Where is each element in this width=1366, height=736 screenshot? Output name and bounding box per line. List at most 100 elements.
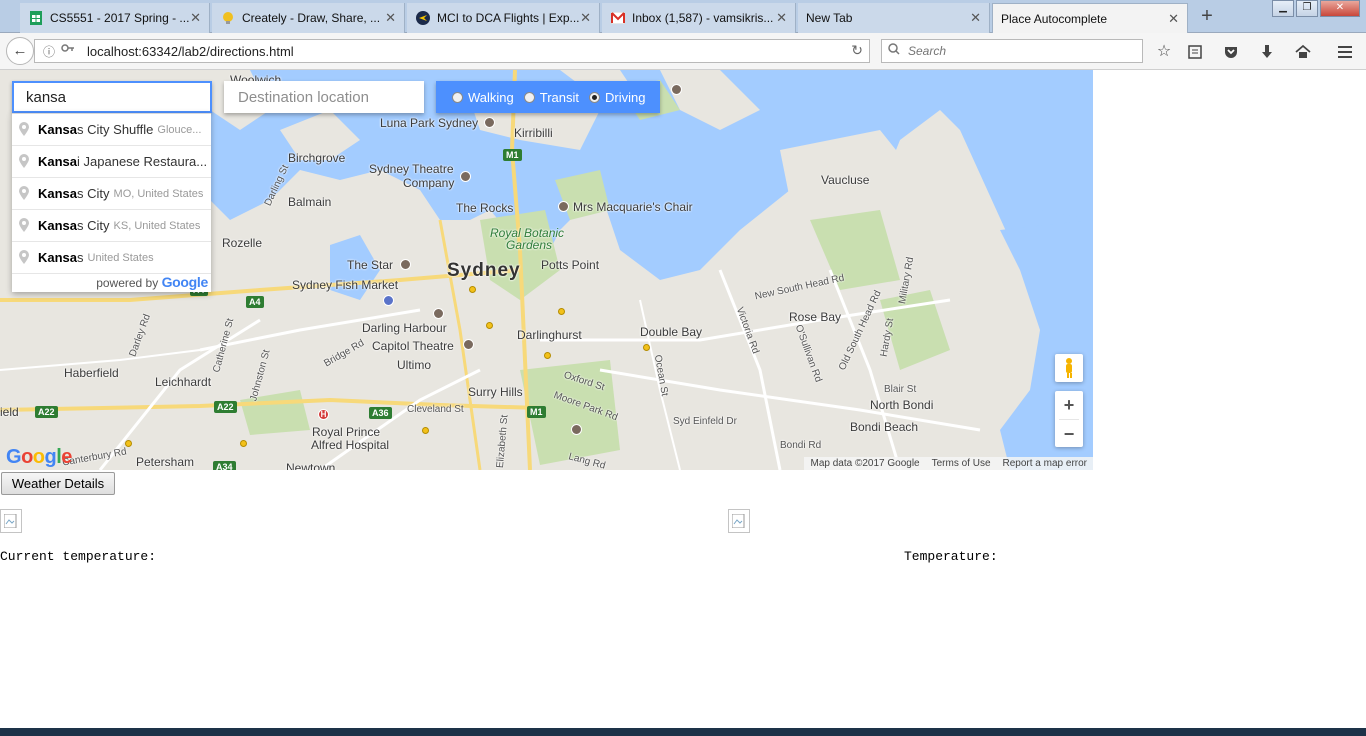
- poi-marker[interactable]: [571, 424, 582, 435]
- map-label: Sydney Fish Market: [292, 278, 399, 292]
- suggestion-rest: i Japanese Restaura...: [77, 154, 208, 169]
- map[interactable]: Woolwich Luna Park Sydney Kirribilli Bir…: [0, 70, 1093, 470]
- info-icon[interactable]: ⓘ: [43, 43, 55, 60]
- map-label: The Star: [347, 258, 394, 272]
- reading-list-icon[interactable]: [1184, 41, 1206, 63]
- poi-marker[interactable]: [383, 295, 394, 306]
- transit-radio[interactable]: [523, 91, 535, 103]
- map-label: The Rocks: [456, 201, 514, 215]
- key-icon[interactable]: [61, 42, 75, 57]
- download-icon[interactable]: [1256, 41, 1278, 63]
- plane-icon: [415, 10, 431, 26]
- poi-marker[interactable]: [460, 171, 471, 182]
- autocomplete-item[interactable]: Kansa s United States: [12, 242, 211, 274]
- tab-place-autocomplete[interactable]: Place Autocomplete ✕: [992, 3, 1188, 34]
- autocomplete-item[interactable]: Kansa s City MO, United States: [12, 178, 211, 210]
- close-tab-icon[interactable]: ✕: [190, 10, 201, 26]
- mode-walking[interactable]: Walking: [452, 90, 514, 105]
- poi-marker[interactable]: [558, 201, 569, 212]
- tab-inbox[interactable]: Inbox (1,587) - vamsikris... ✕: [602, 3, 796, 33]
- powered-by-google: powered by Google: [96, 274, 208, 290]
- url-bar[interactable]: ⓘ localhost:63342/lab2/directions.html ↻: [34, 39, 870, 63]
- hospital-marker[interactable]: H: [318, 409, 329, 420]
- autocomplete-item[interactable]: Kansa s City KS, United States: [12, 210, 211, 242]
- menu-icon[interactable]: [1334, 41, 1356, 63]
- map-label: Potts Point: [541, 258, 600, 272]
- close-tab-icon[interactable]: ✕: [580, 10, 591, 26]
- restore-icon[interactable]: ❐: [1296, 0, 1318, 17]
- map-label: Royal Prince: [312, 425, 381, 439]
- transit-dot: [422, 427, 429, 434]
- tab-flights[interactable]: MCI to DCA Flights | Exp... ✕: [407, 3, 600, 33]
- transit-dot: [544, 352, 551, 359]
- home-icon[interactable]: [1292, 41, 1314, 63]
- autocomplete-item[interactable]: Kansa i Japanese Restaura...: [12, 146, 211, 178]
- poi-marker[interactable]: [484, 117, 495, 128]
- suggestion-secondary: United States: [87, 251, 154, 264]
- poi-marker[interactable]: [463, 339, 474, 350]
- close-tab-icon[interactable]: ✕: [385, 10, 396, 26]
- new-tab-icon[interactable]: +: [1196, 5, 1218, 27]
- tab-strip: CS5551 - 2017 Spring - ... ✕ Creately - …: [0, 0, 1366, 34]
- map-label: Company: [403, 176, 455, 190]
- search-input[interactable]: [906, 42, 1136, 60]
- map-attribution: Map data ©2017 Google Terms of Use Repor…: [804, 457, 1093, 470]
- tab-new-tab[interactable]: New Tab ✕: [798, 3, 990, 33]
- window-close-icon[interactable]: ✕: [1320, 0, 1360, 17]
- report-error-link[interactable]: Report a map error: [1003, 458, 1087, 469]
- back-button[interactable]: ←: [6, 37, 34, 65]
- road-shield: A36: [369, 407, 392, 419]
- reload-icon[interactable]: ↻: [851, 42, 863, 59]
- autocomplete-item[interactable]: Kansa s City Shuffle Glouce...: [12, 114, 211, 146]
- zoom-in-button[interactable]: +: [1055, 391, 1083, 419]
- pocket-icon[interactable]: [1220, 41, 1242, 63]
- road-shield: M1: [503, 149, 522, 161]
- mode-driving[interactable]: Driving: [589, 90, 645, 105]
- map-label: Darlinghurst: [517, 328, 582, 342]
- driving-radio[interactable]: [589, 91, 601, 103]
- nav-toolbar: ⓘ localhost:63342/lab2/directions.html ↻…: [0, 33, 1366, 70]
- tab-creately[interactable]: Creately - Draw, Share, ... ✕: [212, 3, 405, 33]
- suggestion-match: Kansa: [38, 186, 78, 201]
- bookmark-star-icon[interactable]: ☆: [1153, 41, 1175, 63]
- poi-marker[interactable]: [433, 308, 444, 319]
- search-bar[interactable]: [881, 39, 1143, 63]
- road-shield: A4: [246, 296, 264, 308]
- map-label: Balmain: [288, 195, 332, 209]
- suggestion-rest: s: [77, 250, 84, 265]
- map-label: Ultimo: [397, 358, 432, 372]
- weather-details-button[interactable]: Weather Details: [1, 472, 115, 495]
- close-tab-icon[interactable]: ✕: [776, 10, 787, 26]
- road-shield: A22: [35, 406, 58, 418]
- map-label: Surry Hills: [468, 385, 523, 399]
- map-label: Alfred Hospital: [311, 438, 390, 452]
- map-label: Double Bay: [640, 325, 703, 339]
- map-label: North Bondi: [870, 398, 934, 412]
- location-pin-icon: [19, 154, 29, 168]
- google-map-logo[interactable]: Google: [6, 446, 72, 469]
- map-label: Gardens: [506, 238, 553, 252]
- origin-search-box[interactable]: [12, 81, 212, 113]
- window-controls: ▁ ❐ ✕: [1272, 0, 1360, 17]
- destination-search-box[interactable]: [224, 81, 424, 113]
- sheets-icon: [28, 10, 44, 26]
- location-pin-icon: [19, 186, 29, 200]
- tab-cs5551[interactable]: CS5551 - 2017 Spring - ... ✕: [20, 3, 210, 33]
- terms-link[interactable]: Terms of Use: [932, 458, 991, 469]
- poi-marker[interactable]: [400, 259, 411, 270]
- minimize-icon[interactable]: ▁: [1272, 0, 1294, 17]
- suggestion-secondary: KS, United States: [113, 219, 201, 232]
- map-road-label: Bondi Rd: [780, 440, 822, 451]
- walking-radio[interactable]: [452, 91, 463, 103]
- close-tab-icon[interactable]: ✕: [1168, 11, 1179, 27]
- suggestion-rest: s City: [77, 218, 110, 233]
- close-tab-icon[interactable]: ✕: [970, 10, 981, 26]
- destination-input[interactable]: [224, 81, 424, 113]
- street-view-pegman-icon[interactable]: [1055, 354, 1083, 382]
- mode-transit[interactable]: Transit: [523, 90, 579, 105]
- transit-dot: [486, 322, 493, 329]
- tab-title: CS5551 - 2017 Spring - ...: [50, 11, 190, 25]
- poi-marker[interactable]: [671, 84, 682, 95]
- origin-input[interactable]: [14, 83, 210, 111]
- zoom-out-button[interactable]: −: [1055, 420, 1083, 447]
